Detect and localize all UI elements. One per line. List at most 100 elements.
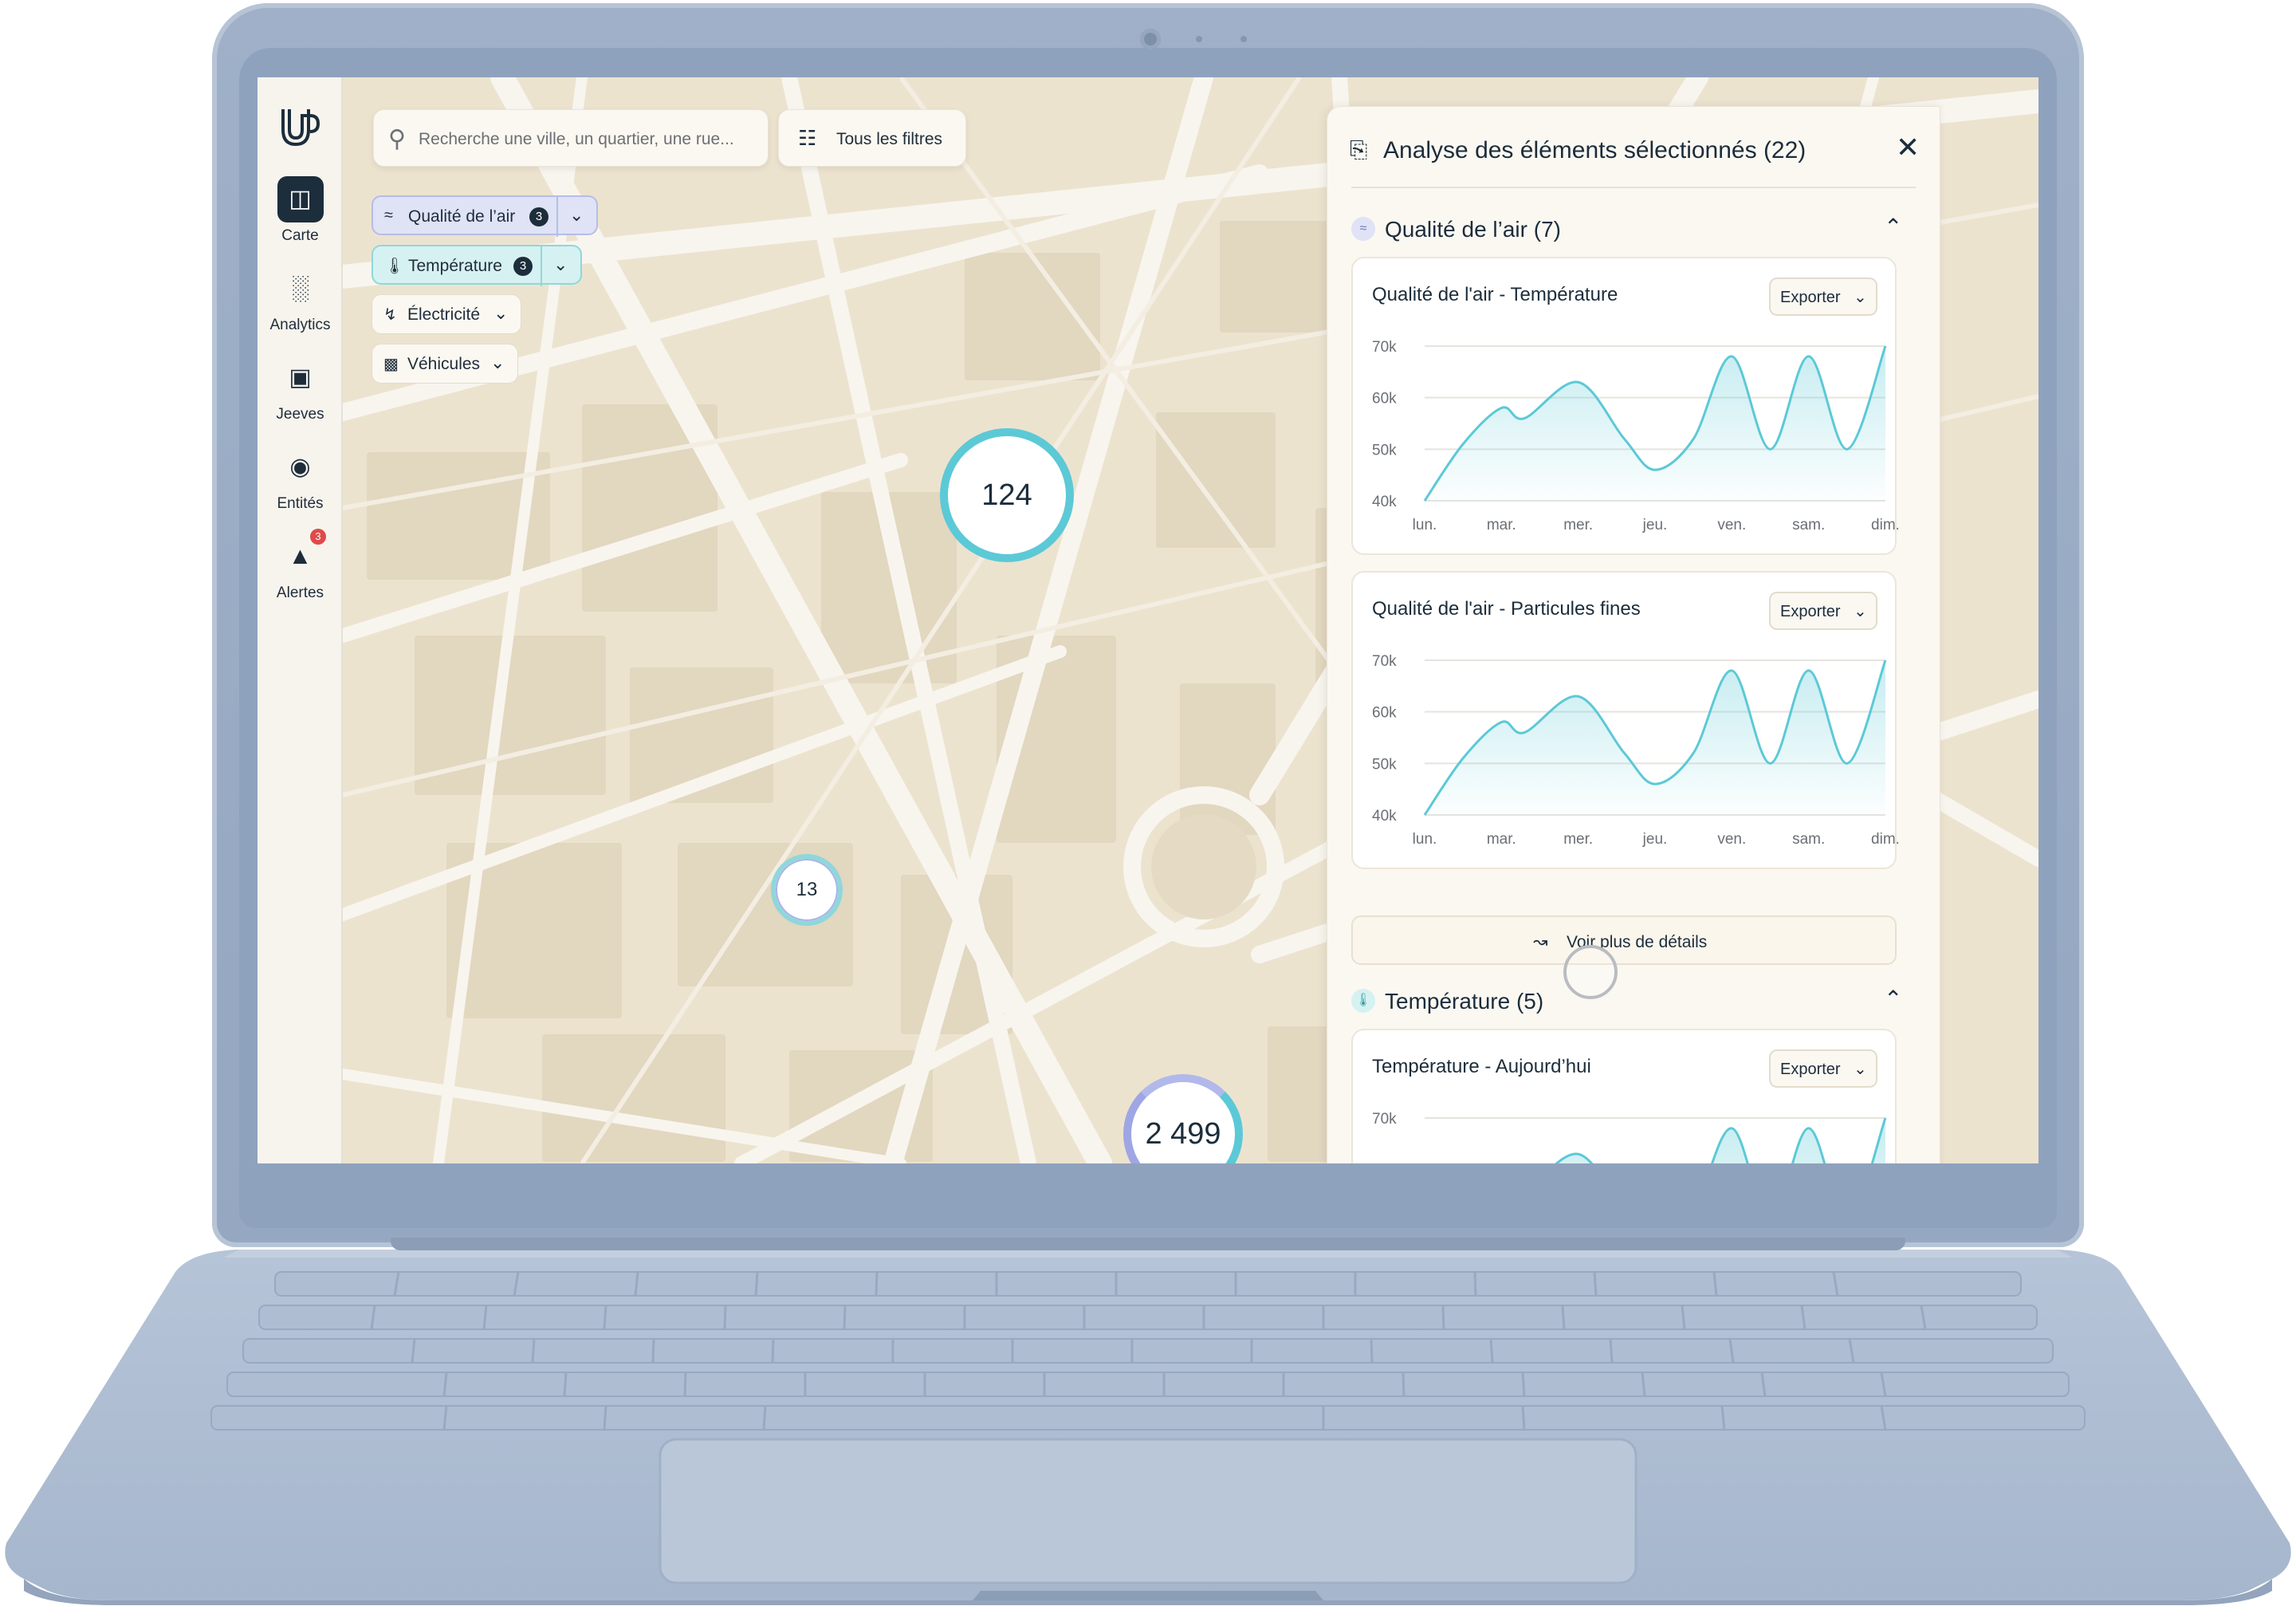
sidebar-item-label: Jeeves	[276, 406, 324, 423]
export-dropdown[interactable]: Exporter ⌄	[1769, 1049, 1877, 1088]
bar-chart-icon: ░	[291, 275, 309, 301]
alert-count-badge: 3	[310, 529, 326, 545]
y-tick-label: 70k	[1372, 1111, 1397, 1128]
thermometer-icon: 🌡	[1351, 989, 1375, 1013]
section-title: Température (5)	[1385, 989, 1544, 1014]
export-dropdown[interactable]: Exporter ⌄	[1769, 592, 1877, 630]
map-cluster-marker[interactable]: 13	[771, 854, 843, 926]
section-title: Qualité de l’air (7)	[1385, 217, 1561, 242]
x-tick-label: sam.	[1792, 831, 1825, 848]
cluster-count: 2 499	[1145, 1117, 1221, 1151]
line-area-chart: 70k60k	[1372, 1111, 1887, 1163]
chip-divider	[541, 246, 542, 286]
laptop-hinge	[391, 1238, 1905, 1250]
x-tick-label: ven.	[1717, 831, 1746, 848]
webcam	[1140, 29, 1161, 49]
sidebar-item-jeeves[interactable]: ▣ Jeeves	[258, 355, 343, 435]
chevron-down-icon[interactable]: ⌄	[569, 205, 584, 226]
filter-chip-label: Qualité de l’air	[408, 207, 516, 226]
filter-chip-label: Véhicules	[407, 355, 481, 373]
sidebar-item-label: Analytics	[269, 317, 331, 333]
search-icon: ⚲	[388, 126, 406, 152]
chevron-down-icon: ⌄	[1854, 603, 1867, 620]
trend-chart-icon: ↝	[1533, 931, 1548, 951]
y-tick-label: 70k	[1372, 339, 1397, 356]
x-tick-label: mar.	[1487, 517, 1516, 533]
laptop-base	[5, 1250, 2291, 1605]
y-tick-label: 50k	[1372, 442, 1397, 459]
all-filters-label: Tous les filtres	[836, 130, 943, 148]
export-label: Exporter	[1780, 1061, 1841, 1078]
x-tick-label: mer.	[1563, 831, 1593, 848]
chart-title: Température - Aujourd’hui	[1372, 1056, 1591, 1077]
line-area-chart: 70k 60k 50k 40k lun. mar. mer. jeu. ven. sam. dim.	[1372, 339, 1898, 533]
chevron-down-icon[interactable]: ⌄	[553, 254, 568, 275]
filter-chip-label: Électricité	[407, 305, 481, 324]
panel-title: Analyse des éléments sélectionnés (22)	[1383, 137, 1807, 163]
section-header-temperature[interactable]: 🌡 Température (5) ⌃	[1351, 986, 1917, 1018]
camera-sensor-dot	[1196, 36, 1202, 42]
sidebar-item-label: Carte	[281, 227, 319, 244]
x-tick-label: dim.	[1871, 831, 1898, 848]
y-tick-label: 40k	[1372, 494, 1397, 510]
x-tick-label: jeu.	[1642, 831, 1668, 848]
y-tick-label: 60k	[1372, 391, 1397, 407]
cluster-count: 13	[796, 879, 818, 900]
x-tick-label: mar.	[1487, 831, 1516, 848]
app-logo	[281, 109, 320, 147]
sidebar-item-carte[interactable]: ◫ Carte	[258, 176, 343, 256]
sidebar-item-alertes[interactable]: ▲ 3 Alertes	[258, 529, 343, 613]
wind-icon: ≈	[1351, 217, 1375, 241]
filter-chip-vehicles[interactable]: ▩ Véhicules ⌄	[372, 344, 518, 384]
filter-count-badge: 3	[513, 257, 533, 276]
x-tick-label: sam.	[1792, 517, 1825, 533]
chart-card: Température - Aujourd’hui Exporter ⌄ 70k…	[1351, 1029, 1897, 1163]
y-tick-label: 50k	[1372, 756, 1397, 773]
chart-title: Qualité de l'air - Température	[1372, 284, 1618, 305]
close-icon[interactable]: ✕	[1896, 131, 1920, 164]
broadcast-icon: ◉	[289, 454, 311, 480]
filter-chip-electricity[interactable]: ↯ Électricité ⌄	[372, 294, 521, 334]
robot-icon: ▣	[289, 364, 312, 391]
chevron-up-icon[interactable]: ⌃	[1884, 214, 1902, 240]
sidebar-item-label: Entités	[277, 495, 324, 512]
sidebar-item-label: Alertes	[276, 585, 324, 601]
filter-chip-label: Température	[408, 257, 502, 275]
filter-chip-air-quality[interactable]: ≈ Qualité de l’air 3 ⌄	[372, 195, 598, 237]
export-dropdown[interactable]: Exporter ⌄	[1769, 278, 1877, 316]
filter-chip-temperature[interactable]: 🌡 Température 3 ⌄	[372, 245, 582, 286]
map-cluster-marker[interactable]: 124	[940, 428, 1074, 562]
x-tick-label: lun.	[1413, 517, 1437, 533]
chart-title: Qualité de l'air - Particules fines	[1372, 598, 1641, 620]
sidebar-item-entites[interactable]: ◉ Entités	[258, 444, 343, 524]
sidebar: ◫ Carte ░ Analytics ▣ Jeeves ◉ Entités ▲…	[258, 77, 343, 1163]
map-icon: ◫	[277, 176, 324, 222]
export-label: Exporter	[1780, 603, 1841, 620]
y-tick-label: 70k	[1372, 653, 1397, 670]
section-header-air-quality[interactable]: ≈ Qualité de l’air (7) ⌃	[1351, 214, 1917, 246]
thermometer-icon: 🌡	[384, 258, 405, 275]
chevron-up-icon[interactable]: ⌃	[1884, 986, 1902, 1012]
x-tick-label: lun.	[1413, 831, 1437, 848]
chevron-down-icon: ⌄	[1854, 289, 1867, 306]
x-tick-label: mer.	[1563, 517, 1593, 533]
chevron-down-icon: ⌄	[490, 352, 505, 372]
all-filters-button[interactable]: ☷ Tous les filtres	[778, 109, 966, 167]
sidebar-item-analytics[interactable]: ░ Analytics	[258, 266, 343, 345]
x-tick-label: ven.	[1717, 517, 1746, 533]
y-tick-label: 40k	[1372, 808, 1397, 825]
line-area-chart: 70k 60k 50k 40k lun. mar. mer. jeu. ven. sam. dim.	[1372, 653, 1898, 848]
divider	[1351, 187, 1916, 188]
selection-analysis-panel: ⎘ Analyse des éléments sélectionnés (22)…	[1327, 106, 1940, 1163]
app-screen: ◫ Carte ░ Analytics ▣ Jeeves ◉ Entités ▲…	[258, 77, 2038, 1163]
document-chart-icon: ⎘	[1350, 137, 1368, 162]
lightning-icon: ↯	[383, 306, 397, 324]
sliders-icon: ☷	[798, 126, 817, 150]
see-more-details-button[interactable]: ↝ Voir plus de détails	[1351, 915, 1897, 965]
mouse-cursor	[1563, 945, 1618, 999]
chart-card: Qualité de l'air - Particules fines Expo…	[1351, 571, 1898, 869]
x-tick-label: dim.	[1871, 517, 1898, 533]
chip-divider	[556, 197, 558, 237]
search-input[interactable]: ⚲ Recherche une ville, un quartier, une …	[373, 109, 769, 167]
filter-count-badge: 3	[529, 207, 548, 226]
